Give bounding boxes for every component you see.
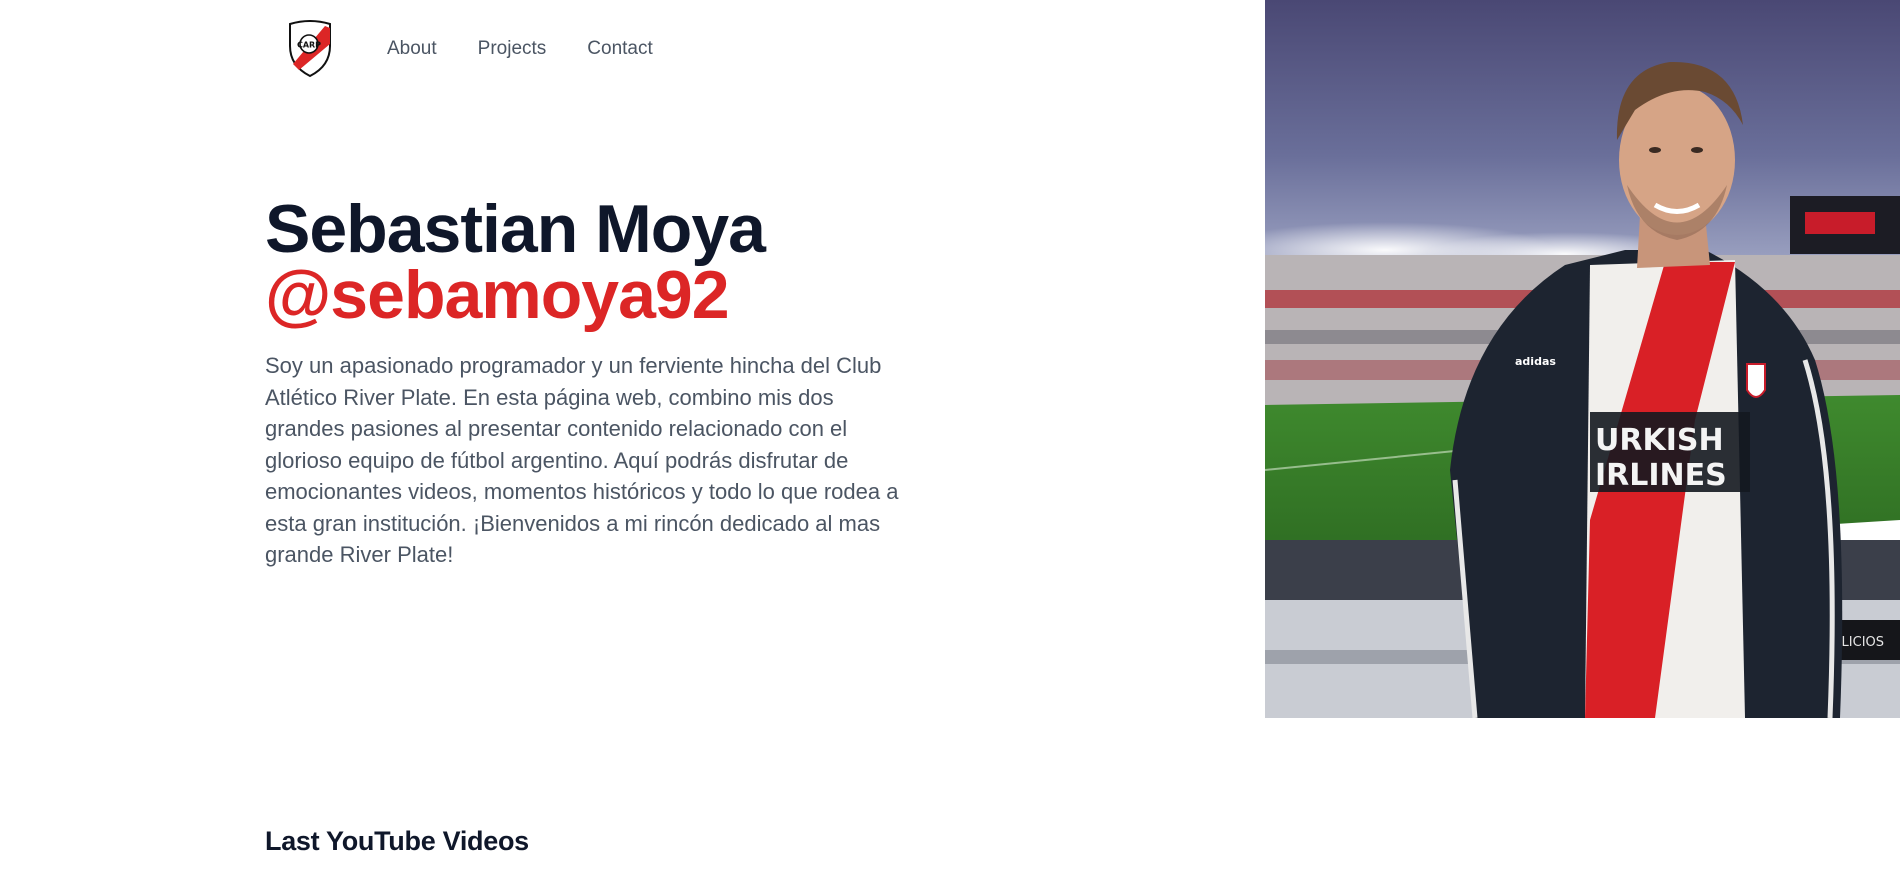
logo-lettering: CARP: [297, 41, 321, 50]
hero-section: Sebastian Moya @sebamoya92 Soy un apasio…: [265, 191, 925, 571]
hero-handle[interactable]: @sebamoya92: [265, 261, 925, 329]
nav-link-contact[interactable]: Contact: [587, 38, 652, 60]
shirt-text-line-2: IRLINES: [1595, 458, 1727, 493]
hero-bio: Soy un apasionado programador y un fervi…: [265, 353, 899, 567]
stadium-portrait-image: VITALICIOS URKISH IRLINES adidas: [1265, 0, 1900, 718]
jacket-brand: adidas: [1515, 355, 1556, 368]
hero-name: Sebastian Moya: [265, 191, 766, 267]
youtube-videos-heading: Last YouTube Videos: [265, 826, 529, 856]
river-plate-crest-logo[interactable]: CARP: [287, 20, 333, 78]
site-header: CARP About Projects Contact: [287, 20, 694, 78]
profile-photo: VITALICIOS URKISH IRLINES adidas: [1265, 0, 1900, 718]
main-nav: About Projects Contact: [387, 38, 694, 60]
nav-link-projects[interactable]: Projects: [478, 38, 547, 60]
nav-link-about[interactable]: About: [387, 38, 437, 60]
shirt-text-line-1: URKISH: [1595, 423, 1724, 458]
